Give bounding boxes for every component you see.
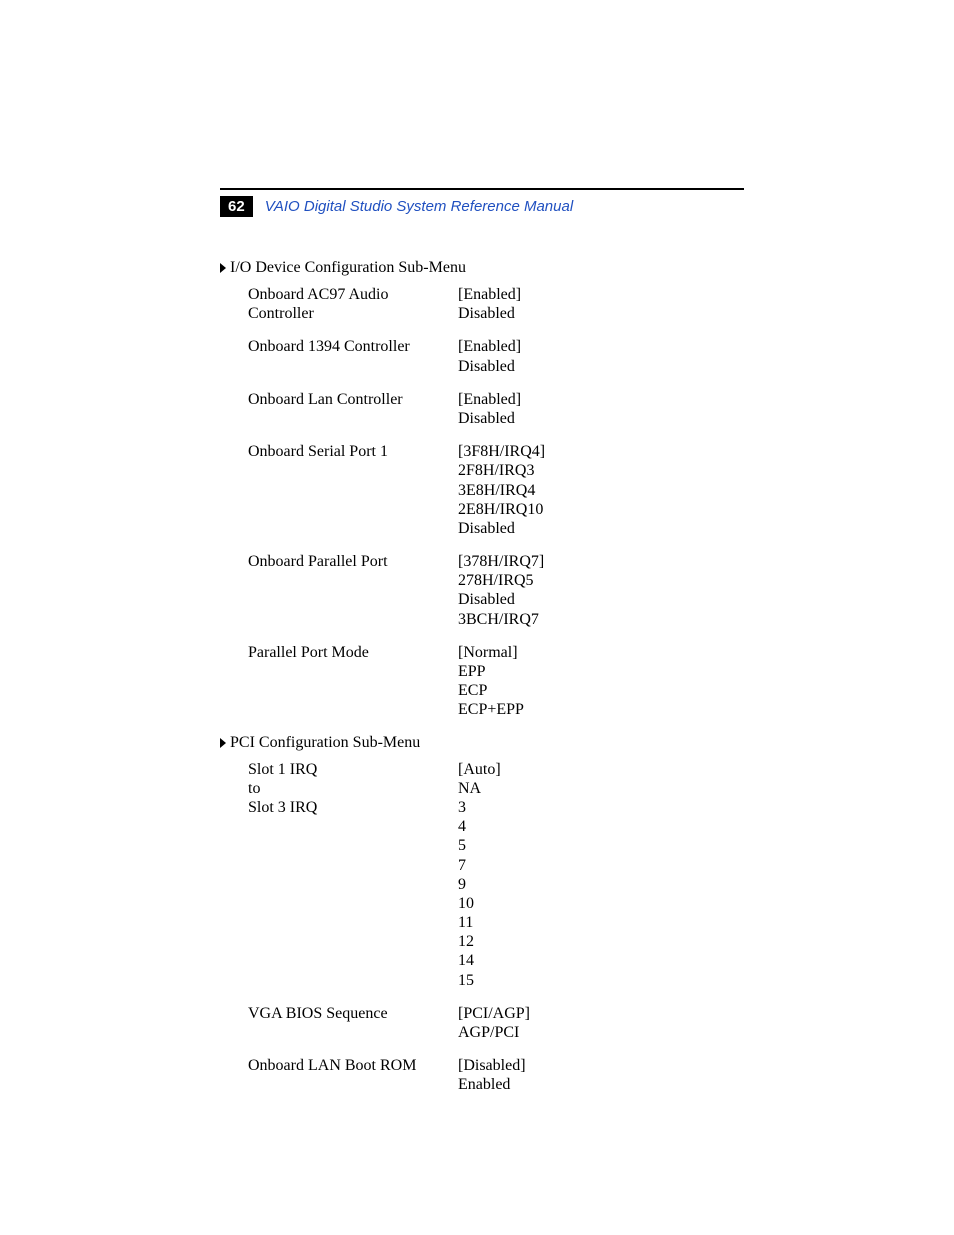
- option-value: [PCI/AGP]: [458, 1004, 744, 1023]
- option-value: [Enabled]: [458, 337, 744, 356]
- entry-vga: VGA BIOS Sequence [PCI/AGP] AGP/PCI: [248, 1004, 744, 1042]
- entry-label: Parallel Port Mode: [248, 643, 458, 720]
- option-value: 11: [458, 913, 744, 932]
- page-header: 62 VAIO Digital Studio System Reference …: [220, 196, 744, 217]
- entry-label: Slot 1 IRQ to Slot 3 IRQ: [248, 760, 458, 990]
- option-value: 278H/IRQ5: [458, 571, 744, 590]
- entry-values: [378H/IRQ7] 278H/IRQ5 Disabled 3BCH/IRQ7: [458, 552, 744, 629]
- label-line: to: [248, 779, 458, 798]
- io-section-header: I/O Device Configuration Sub-Menu: [220, 259, 744, 277]
- entry-label: VGA BIOS Sequence: [248, 1004, 458, 1042]
- entry-values: [Disabled] Enabled: [458, 1056, 744, 1094]
- arrow-right-icon: [220, 263, 226, 273]
- option-value: Disabled: [458, 304, 744, 323]
- option-value: [Disabled]: [458, 1056, 744, 1075]
- entry-values: [Auto] NA 3 4 5 7 9 10 11 12 14 15: [458, 760, 744, 990]
- option-value: [Normal]: [458, 643, 744, 662]
- entry-values: [3F8H/IRQ4] 2F8H/IRQ3 3E8H/IRQ4 2E8H/IRQ…: [458, 442, 744, 538]
- entry-label: Onboard Lan Controller: [248, 390, 458, 428]
- option-value: [3F8H/IRQ4]: [458, 442, 744, 461]
- entry-label: Onboard LAN Boot ROM: [248, 1056, 458, 1094]
- arrow-right-icon: [220, 738, 226, 748]
- entry-lan: Onboard Lan Controller [Enabled] Disable…: [248, 390, 744, 428]
- option-value: Enabled: [458, 1075, 744, 1094]
- entry-parallel: Onboard Parallel Port [378H/IRQ7] 278H/I…: [248, 552, 744, 629]
- option-value: 14: [458, 951, 744, 970]
- io-section-title: I/O Device Configuration Sub-Menu: [230, 259, 466, 277]
- entry-label: Onboard AC97 Audio Controller: [248, 285, 458, 323]
- page-number: 62: [220, 196, 253, 217]
- option-value: Disabled: [458, 357, 744, 376]
- option-value: 7: [458, 856, 744, 875]
- option-value: AGP/PCI: [458, 1023, 744, 1042]
- entry-label: Onboard 1394 Controller: [248, 337, 458, 375]
- entry-values: [Normal] EPP ECP ECP+EPP: [458, 643, 744, 720]
- entry-ac97: Onboard AC97 Audio Controller [Enabled] …: [248, 285, 744, 323]
- header-rule: [220, 188, 744, 190]
- entry-pmode: Parallel Port Mode [Normal] EPP ECP ECP+…: [248, 643, 744, 720]
- option-value: ECP+EPP: [458, 700, 744, 719]
- entry-values: [Enabled] Disabled: [458, 390, 744, 428]
- option-value: 10: [458, 894, 744, 913]
- entry-values: [Enabled] Disabled: [458, 285, 744, 323]
- option-value: [Enabled]: [458, 285, 744, 304]
- entry-label: Onboard Serial Port 1: [248, 442, 458, 538]
- option-value: 4: [458, 817, 744, 836]
- option-value: 12: [458, 932, 744, 951]
- entry-bootrom: Onboard LAN Boot ROM [Disabled] Enabled: [248, 1056, 744, 1094]
- header-title: VAIO Digital Studio System Reference Man…: [265, 198, 573, 215]
- option-value: 9: [458, 875, 744, 894]
- entry-serial: Onboard Serial Port 1 [3F8H/IRQ4] 2F8H/I…: [248, 442, 744, 538]
- page-container: 62 VAIO Digital Studio System Reference …: [220, 188, 744, 1109]
- pci-section-header: PCI Configuration Sub-Menu: [220, 734, 744, 752]
- label-line: Slot 3 IRQ: [248, 798, 458, 817]
- option-value: [Enabled]: [458, 390, 744, 409]
- entry-values: [PCI/AGP] AGP/PCI: [458, 1004, 744, 1042]
- option-value: [Auto]: [458, 760, 744, 779]
- option-value: ECP: [458, 681, 744, 700]
- option-value: 3E8H/IRQ4: [458, 481, 744, 500]
- option-value: NA: [458, 779, 744, 798]
- label-line: Slot 1 IRQ: [248, 760, 458, 779]
- option-value: Disabled: [458, 590, 744, 609]
- option-value: 2E8H/IRQ10: [458, 500, 744, 519]
- option-value: 15: [458, 971, 744, 990]
- entry-label: Onboard Parallel Port: [248, 552, 458, 629]
- option-value: Disabled: [458, 519, 744, 538]
- entry-values: [Enabled] Disabled: [458, 337, 744, 375]
- entry-1394: Onboard 1394 Controller [Enabled] Disabl…: [248, 337, 744, 375]
- option-value: 2F8H/IRQ3: [458, 461, 744, 480]
- option-value: EPP: [458, 662, 744, 681]
- option-value: 5: [458, 836, 744, 855]
- pci-section-title: PCI Configuration Sub-Menu: [230, 734, 420, 752]
- option-value: Disabled: [458, 409, 744, 428]
- option-value: 3BCH/IRQ7: [458, 610, 744, 629]
- entry-slots: Slot 1 IRQ to Slot 3 IRQ [Auto] NA 3 4 5…: [248, 760, 744, 990]
- option-value: [378H/IRQ7]: [458, 552, 744, 571]
- option-value: 3: [458, 798, 744, 817]
